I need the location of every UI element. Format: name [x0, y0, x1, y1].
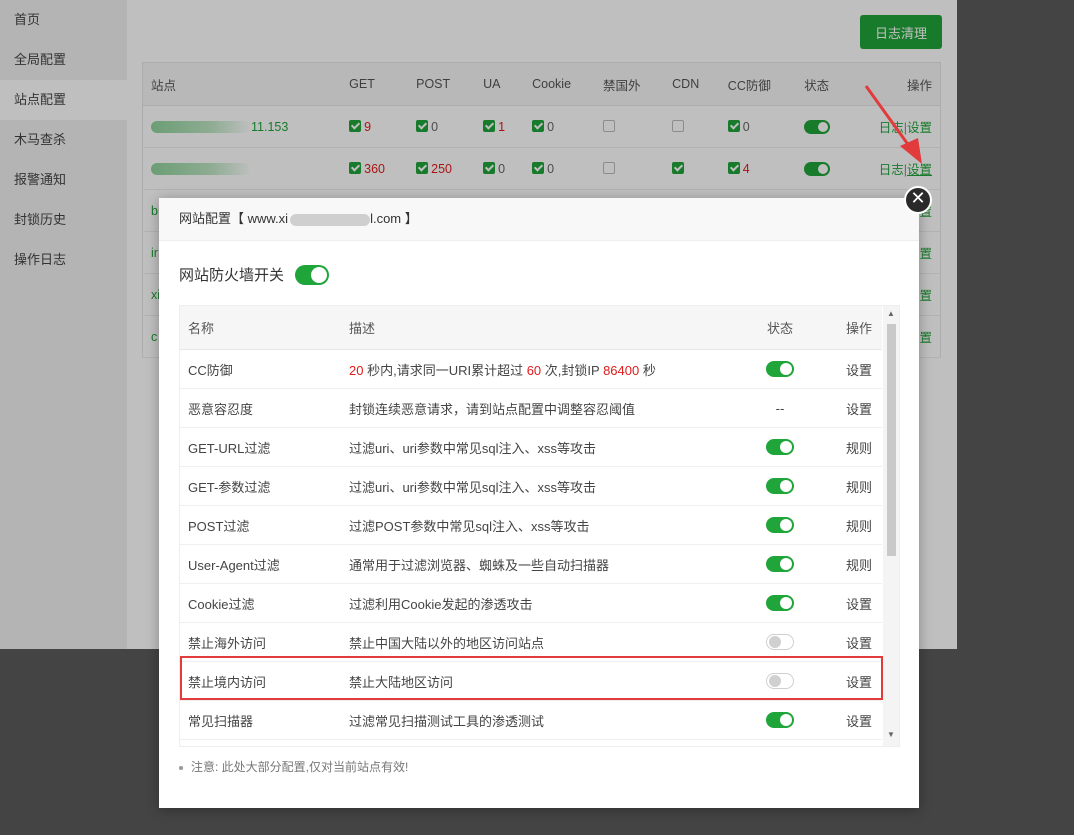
- rule-action-link[interactable]: 规则: [823, 427, 882, 467]
- rule-row-scanner: 常见扫描器 过滤常见扫描测试工具的渗透测试 设置: [180, 700, 882, 740]
- scrollbar-thumb[interactable]: [887, 324, 896, 556]
- rule-desc: 过滤uri、uri参数中常见sql注入、xss等攻击: [341, 466, 737, 506]
- rule-status: [737, 466, 823, 506]
- rule-name: User-Agent过滤: [180, 544, 341, 584]
- rule-action-link[interactable]: 规则: [823, 544, 882, 584]
- rule-toggle[interactable]: [766, 595, 794, 612]
- rule-action-link[interactable]: 设置: [823, 388, 882, 428]
- dialog-header: 网站配置【 www.xi l.com 】: [159, 198, 919, 241]
- rule-desc: 通常用于过滤浏览器、蜘蛛及一些自动扫描器: [341, 544, 737, 584]
- red-arrow-annotation: [864, 85, 922, 164]
- dialog-title-prefix: 网站配置【 www.xi: [179, 211, 289, 226]
- rule-name: Cookie过滤: [180, 583, 341, 623]
- firewall-switch-row: 网站防火墙开关: [179, 264, 330, 285]
- rule-row-cc: CC防御 20 秒内,请求同一URI累计超过 60 次,封锁IP 86400 秒…: [180, 349, 882, 389]
- rule-row-cookie: Cookie过滤 过滤利用Cookie发起的渗透攻击 设置: [180, 583, 882, 623]
- rules-table-header: 名称 描述 状态 操作: [180, 306, 882, 350]
- scroll-up-arrow-icon[interactable]: ▲: [887, 309, 895, 318]
- firewall-switch-label: 网站防火墙开关: [179, 267, 285, 284]
- rule-name: GET-URL过滤: [180, 427, 341, 467]
- rule-action-link[interactable]: 设置: [823, 583, 882, 623]
- rule-status: [737, 583, 823, 623]
- rule-status: [737, 349, 823, 389]
- site-config-dialog: 网站配置【 www.xi l.com 】 网站防火墙开关 名称 描述 状态 操作 …: [159, 198, 919, 808]
- rule-name: GET-参数过滤: [180, 466, 341, 506]
- cc-desc-text: 秒内,请求同一URI累计超过: [363, 362, 527, 378]
- scroll-down-arrow-icon[interactable]: ▼: [887, 730, 895, 739]
- dialog-note: 注意: 此处大部分配置,仅对当前站点有效!: [179, 758, 408, 775]
- rules-scrollbar[interactable]: ▲ ▼: [883, 306, 899, 746]
- rule-status: [737, 700, 823, 740]
- rule-row-user-agent: User-Agent过滤 通常用于过滤浏览器、蜘蛛及一些自动扫描器 规则: [180, 544, 882, 584]
- red-highlight-annotation: [180, 656, 883, 700]
- rule-action-link[interactable]: 设置: [823, 349, 882, 389]
- col-status: 状态: [737, 306, 823, 350]
- rule-status: [737, 427, 823, 467]
- col-desc: 描述: [341, 306, 737, 350]
- rule-toggle[interactable]: [766, 478, 794, 495]
- rule-status: [737, 505, 823, 545]
- rule-action-link[interactable]: 规则: [823, 505, 882, 545]
- rule-toggle[interactable]: [766, 361, 794, 378]
- rule-desc: 过滤常见扫描测试工具的渗透测试: [341, 700, 737, 740]
- firewall-toggle[interactable]: [295, 264, 330, 285]
- dialog-title-suffix: l.com 】: [370, 211, 418, 226]
- rule-action-link[interactable]: 设置: [823, 700, 882, 740]
- cc-block-seconds: 86400: [603, 362, 640, 378]
- rule-toggle[interactable]: [766, 517, 794, 534]
- rule-desc: 封锁连续恶意请求，请到站点配置中调整容忍阈值: [341, 388, 737, 428]
- rule-desc: 过滤利用Cookie发起的渗透攻击: [341, 583, 737, 623]
- rule-row-get-args: GET-参数过滤 过滤uri、uri参数中常见sql注入、xss等攻击 规则: [180, 466, 882, 506]
- cc-count: 60: [526, 362, 542, 378]
- cc-desc-text: 秒: [639, 362, 656, 378]
- rule-action-link[interactable]: 规则: [823, 466, 882, 506]
- cc-seconds: 20: [349, 362, 364, 378]
- bullet-icon: [179, 765, 183, 770]
- close-icon[interactable]: ✕: [904, 186, 932, 214]
- col-name: 名称: [180, 306, 341, 350]
- rule-name: 常见扫描器: [180, 700, 341, 740]
- rule-row-malice-tolerance: 恶意容忍度 封锁连续恶意请求，请到站点配置中调整容忍阈值 -- 设置: [180, 388, 882, 428]
- rule-desc: 过滤POST参数中常见sql注入、xss等攻击: [341, 505, 737, 545]
- rule-row-post: POST过滤 过滤POST参数中常见sql注入、xss等攻击 规则: [180, 505, 882, 545]
- dialog-title-blurred: [290, 213, 371, 226]
- rule-desc: 20 秒内,请求同一URI累计超过 60 次,封锁IP 86400 秒: [341, 349, 737, 389]
- rule-name: 恶意容忍度: [180, 388, 341, 428]
- rule-toggle[interactable]: [766, 556, 794, 573]
- col-action: 操作: [823, 306, 882, 350]
- rule-name: CC防御: [180, 349, 341, 389]
- rule-toggle[interactable]: [766, 712, 794, 729]
- note-text: 注意: 此处大部分配置,仅对当前站点有效!: [191, 760, 409, 774]
- rule-status-text: --: [737, 388, 823, 428]
- cc-desc-text: 次,封锁IP: [541, 362, 604, 378]
- rule-status: [737, 544, 823, 584]
- rule-desc: 过滤uri、uri参数中常见sql注入、xss等攻击: [341, 427, 737, 467]
- rule-row-get-url: GET-URL过滤 过滤uri、uri参数中常见sql注入、xss等攻击 规则: [180, 427, 882, 467]
- rule-name: POST过滤: [180, 505, 341, 545]
- rule-toggle[interactable]: [766, 634, 794, 651]
- rule-toggle[interactable]: [766, 439, 794, 456]
